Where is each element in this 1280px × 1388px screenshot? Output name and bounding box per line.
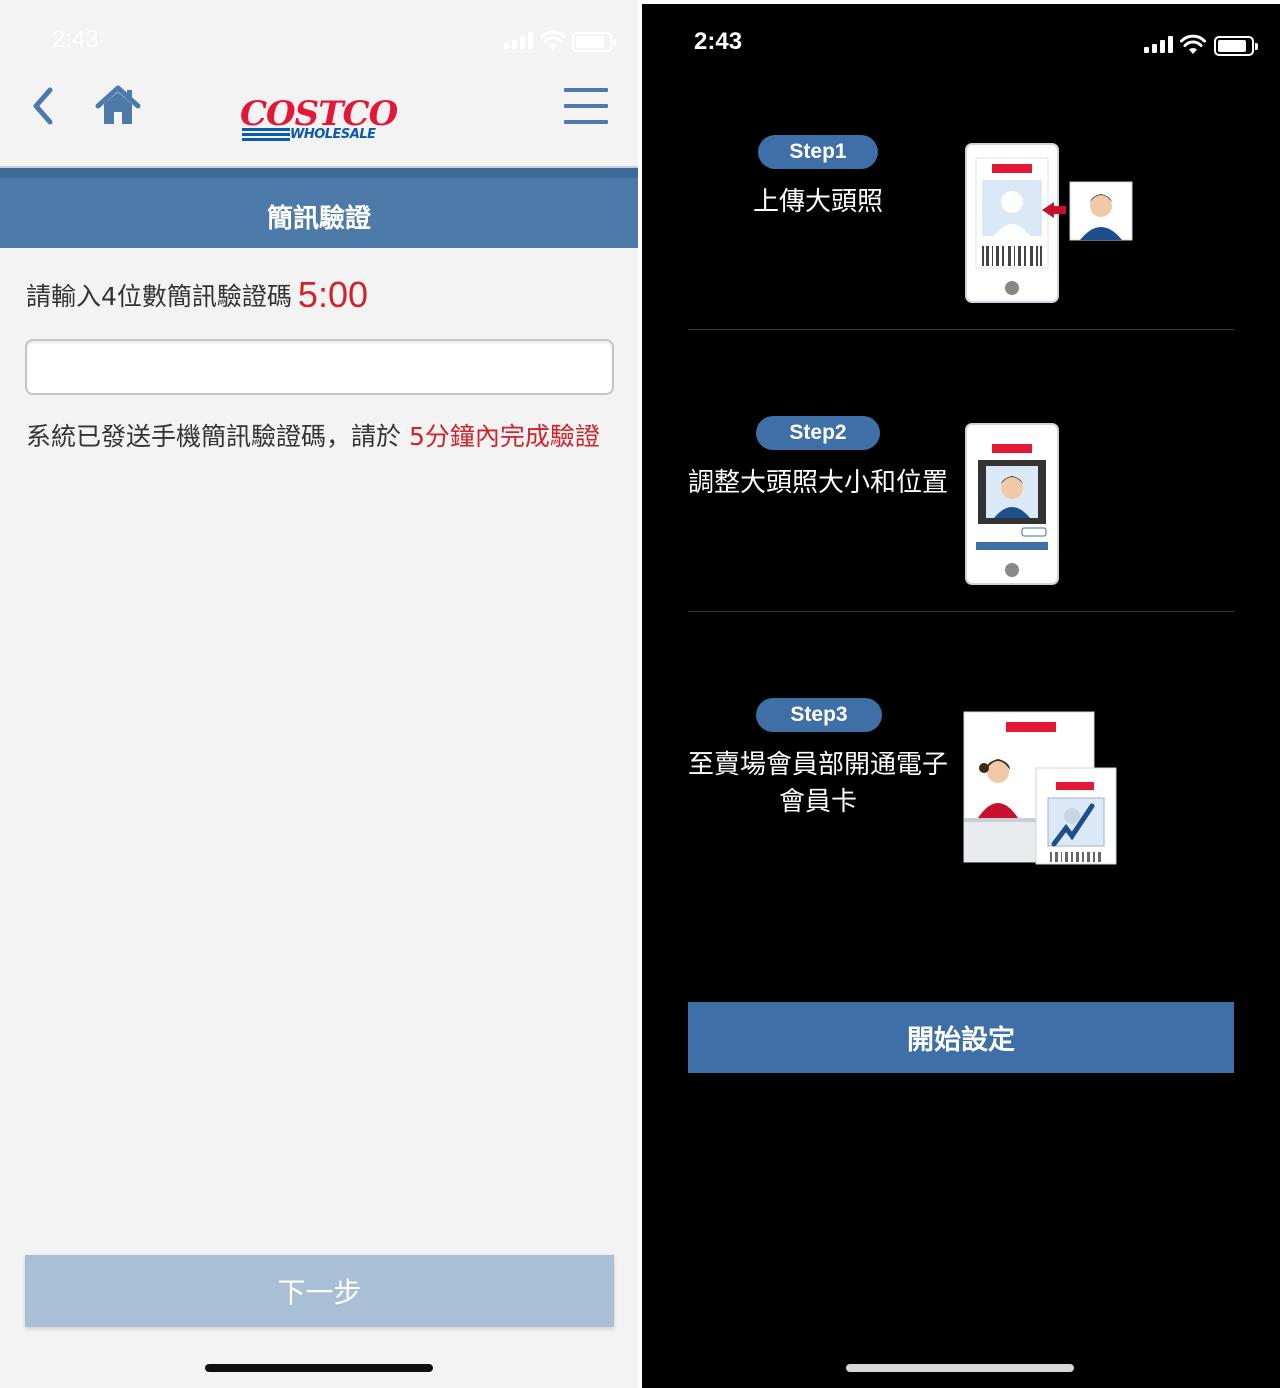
photo-setup-screen: 2:43 Step1 上傳大頭照 Step2 調整大頭照大小和位置 Step3 … (642, 4, 1280, 1388)
home-indicator[interactable] (846, 1364, 1074, 1372)
status-time: 2:43 (52, 26, 99, 53)
upload-photo-illustration (965, 143, 1133, 303)
activate-card-illustration (963, 711, 1117, 865)
next-step-button[interactable]: 下一步 (25, 1255, 614, 1327)
countdown-timer: 5:00 (297, 274, 368, 315)
costco-logo[interactable]: COSTCO WHOLESALE (240, 94, 400, 150)
code-prompt-label: 請輸入4位數簡訊驗證碼 (26, 282, 292, 311)
cellular-signal-icon (1144, 36, 1173, 53)
step1-description: 上傳大頭照 (752, 187, 883, 217)
cellular-signal-icon (504, 32, 533, 49)
verification-code-input[interactable] (25, 339, 614, 395)
page-title-bar: 簡訊驗證 (0, 168, 638, 248)
adjust-photo-illustration (965, 423, 1059, 585)
start-setup-button[interactable]: 開始設定 (688, 1002, 1234, 1073)
wifi-icon (1180, 34, 1206, 54)
sms-verification-screen: 2:43 COSTCO WHOLESALE 簡訊驗證 請輸入4位數簡訊驗證碼 5… (0, 0, 640, 1388)
step-divider (688, 329, 1234, 330)
battery-icon (1214, 36, 1258, 56)
page-title: 簡訊驗證 (266, 204, 371, 234)
app-header: COSTCO WHOLESALE (0, 68, 640, 168)
status-time: 2:43 (694, 28, 743, 55)
notice-text: 系統已發送手機簡訊驗證碼，請於 (26, 422, 409, 451)
notice-deadline: 5分鐘內完成驗證 (408, 422, 600, 451)
code-prompt: 請輸入4位數簡訊驗證碼 5:00 (26, 274, 368, 316)
sms-sent-notice: 系統已發送手機簡訊驗證碼，請於 5分鐘內完成驗證 (26, 414, 622, 460)
step-divider (688, 611, 1234, 612)
step2-badge: Step2 (756, 416, 880, 450)
step1-badge: Step1 (758, 135, 878, 169)
status-bar: 2:43 (642, 4, 1280, 84)
home-icon[interactable] (94, 84, 142, 128)
hamburger-menu-icon[interactable] (564, 88, 608, 124)
screenshot-pair: 2:43 COSTCO WHOLESALE 簡訊驗證 請輸入4位數簡訊驗證碼 5… (0, 0, 1280, 1388)
step3-badge: Step3 (756, 698, 882, 732)
step2-description: 調整大頭照大小和位置 (688, 468, 949, 498)
battery-icon (572, 32, 616, 52)
home-indicator[interactable] (205, 1364, 433, 1372)
wifi-icon (540, 30, 566, 50)
step3-description: 至賣場會員部開通電子會員卡 (688, 750, 949, 817)
back-arrow-icon[interactable] (26, 84, 62, 128)
